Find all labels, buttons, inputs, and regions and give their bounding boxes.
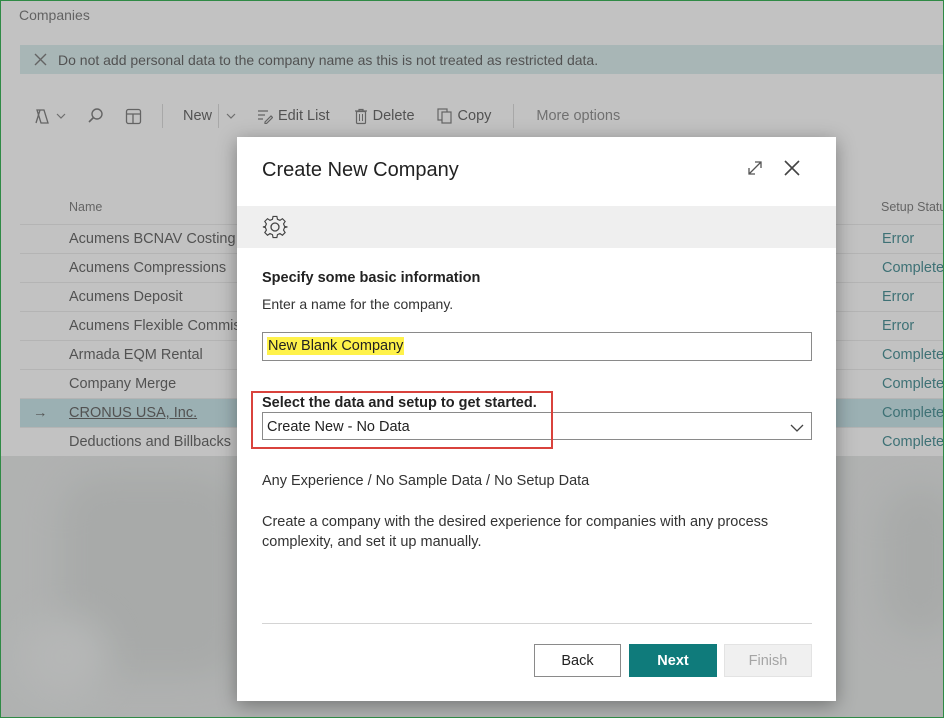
option-description: Create a company with the desired experi… [262, 514, 769, 550]
gear-icon [262, 214, 288, 245]
experience-summary: Any Experience / No Sample Data / No Set… [262, 473, 590, 489]
company-name-value: New Blank Company [267, 337, 405, 355]
chevron-down-icon [790, 421, 804, 437]
close-icon[interactable] [782, 158, 802, 183]
company-name-input[interactable]: New Blank Company [262, 332, 812, 361]
section-title: Specify some basic information [262, 270, 481, 286]
dialog-title: Create New Company [262, 159, 459, 181]
create-company-dialog: Create New Company Specify some basic in… [237, 137, 836, 701]
back-button[interactable]: Back [534, 644, 621, 677]
data-setup-value: Create New - No Data [267, 419, 410, 435]
data-setup-select[interactable]: Create New - No Data [262, 412, 812, 440]
next-button[interactable]: Next [629, 644, 717, 677]
wizard-banner [237, 206, 836, 248]
footer-divider [262, 623, 812, 624]
finish-button[interactable]: Finish [724, 644, 812, 677]
section-subtitle: Enter a name for the company. [262, 296, 454, 312]
expand-icon[interactable] [746, 159, 764, 182]
data-setup-label: Select the data and setup to get started… [262, 395, 537, 411]
